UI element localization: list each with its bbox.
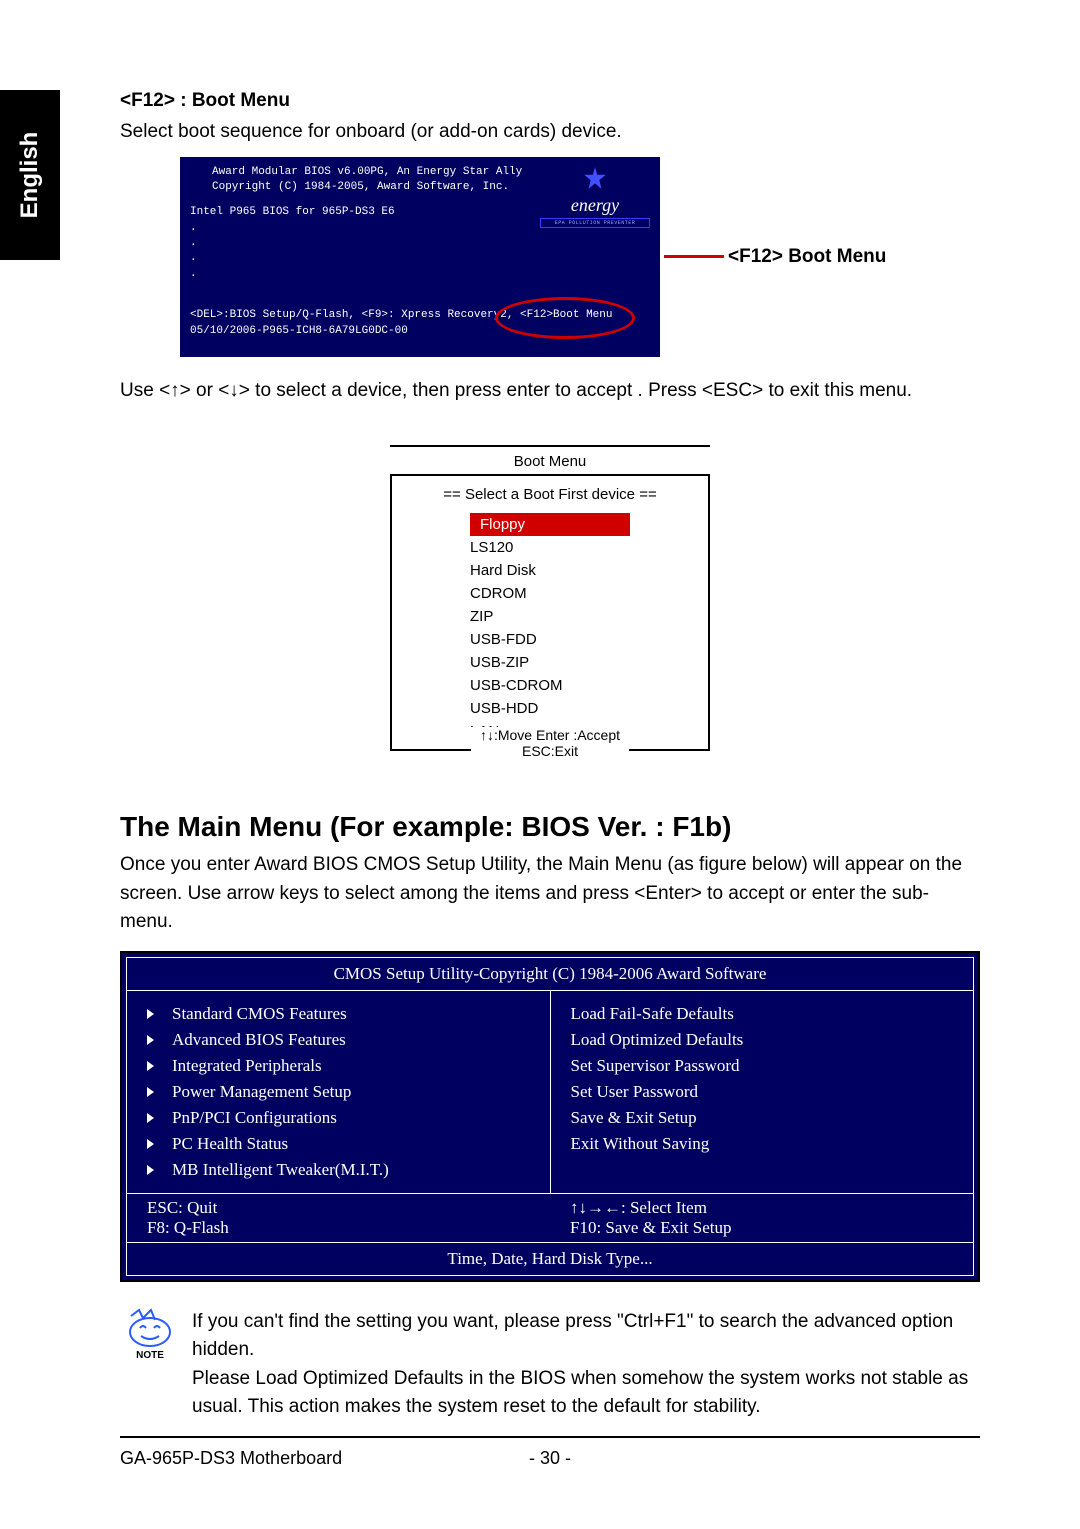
cmos-item-label: PnP/PCI Configurations (172, 1108, 337, 1128)
triangle-icon (147, 1139, 154, 1149)
cmos-item-label: Save & Exit Setup (571, 1108, 697, 1128)
cmos-menu-item[interactable]: Power Management Setup (147, 1079, 530, 1105)
callout-label: <F12> Boot Menu (728, 246, 886, 268)
cmos-item-label: Power Management Setup (172, 1082, 351, 1102)
bios-post-screenshot: Award Modular BIOS v6.00PG, An Energy St… (180, 157, 980, 357)
cmos-item-label: Exit Without Saving (571, 1134, 710, 1154)
cmos-help-esc: ESC: Quit (147, 1198, 530, 1218)
note-face-icon (125, 1308, 175, 1348)
cmos-help-f8: F8: Q-Flash (147, 1218, 530, 1238)
boot-menu-footer: ↑↓:Move Enter :Accept ESC:Exit (471, 727, 629, 759)
triangle-icon (147, 1009, 154, 1019)
cmos-item-label: PC Health Status (172, 1134, 288, 1154)
note-text: If you can't find the setting you want, … (192, 1308, 980, 1422)
note-icon: NOTE (120, 1308, 180, 1361)
f12-section-title: <F12> : Boot Menu (120, 90, 980, 112)
boot-item[interactable]: ZIP (410, 605, 690, 628)
cmos-item-label: Advanced BIOS Features (172, 1030, 346, 1050)
cmos-hint: Time, Date, Hard Disk Type... (127, 1242, 973, 1275)
boot-item[interactable]: Hard Disk (410, 559, 690, 582)
boot-item[interactable]: USB-CDROM (410, 674, 690, 697)
cmos-item-label: Set Supervisor Password (571, 1056, 740, 1076)
boot-item[interactable]: USB-ZIP (410, 651, 690, 674)
bios-line-id: 05/10/2006-P965-ICH8-6A79LG0DC-00 (190, 324, 650, 339)
triangle-icon (147, 1165, 154, 1175)
callout-line (664, 255, 724, 258)
footer-page-number: - 30 - (510, 1448, 590, 1469)
bios-dot: . (190, 251, 650, 266)
page-footer: GA-965P-DS3 Motherboard - 30 - (120, 1436, 980, 1469)
boot-item[interactable]: CDROM (410, 582, 690, 605)
cmos-right-col: Load Fail-Safe Defaults Load Optimized D… (551, 991, 974, 1193)
cmos-menu-item[interactable]: Advanced BIOS Features (147, 1027, 530, 1053)
cmos-title: CMOS Setup Utility-Copyright (C) 1984-20… (127, 958, 973, 991)
cmos-help-arrows: ↑↓→←: Select Item (570, 1198, 953, 1218)
boot-instruction: Use <↑> or <↓> to select a device, then … (120, 377, 980, 406)
energy-logo-text: energy (540, 195, 650, 216)
cmos-setup-box: CMOS Setup Utility-Copyright (C) 1984-20… (120, 951, 980, 1282)
bios-dot: . (190, 236, 650, 251)
cmos-item-label: Integrated Peripherals (172, 1056, 322, 1076)
cmos-help-row: ESC: Quit F8: Q-Flash ↑↓→←: Select Item … (127, 1193, 973, 1242)
triangle-icon (147, 1061, 154, 1071)
boot-menu-title: Boot Menu (390, 447, 710, 476)
main-menu-heading: The Main Menu (For example: BIOS Ver. : … (120, 811, 980, 843)
cmos-item-label: Load Optimized Defaults (571, 1030, 744, 1050)
cmos-menu-item[interactable]: Set User Password (571, 1079, 954, 1105)
main-menu-para: Once you enter Award BIOS CMOS Setup Uti… (120, 851, 980, 937)
triangle-icon (147, 1035, 154, 1045)
triangle-icon (147, 1113, 154, 1123)
boot-item[interactable]: LS120 (410, 536, 690, 559)
boot-menu-box: Boot Menu == Select a Boot First device … (390, 445, 710, 751)
energy-logo-sub: EPA POLLUTION PREVENTER (540, 218, 650, 228)
boot-menu-subtitle: == Select a Boot First device == (410, 486, 690, 503)
note-p1: If you can't find the setting you want, … (192, 1308, 980, 1365)
cmos-left-col: Standard CMOS Features Advanced BIOS Fea… (127, 991, 551, 1193)
cmos-menu-item[interactable]: PC Health Status (147, 1131, 530, 1157)
note-label: NOTE (120, 1350, 180, 1361)
boot-item-selected[interactable]: Floppy (470, 513, 630, 536)
cmos-item-label: Standard CMOS Features (172, 1004, 347, 1024)
boot-item[interactable]: USB-FDD (410, 628, 690, 651)
cmos-item-label: MB Intelligent Tweaker(M.I.T.) (172, 1160, 389, 1180)
cmos-menu-item[interactable]: Save & Exit Setup (571, 1105, 954, 1131)
footer-left: GA-965P-DS3 Motherboard (120, 1448, 510, 1469)
cmos-menu-item[interactable]: MB Intelligent Tweaker(M.I.T.) (147, 1157, 530, 1183)
bios-dot: . (190, 267, 650, 282)
cmos-item-label: Load Fail-Safe Defaults (571, 1004, 734, 1024)
cmos-menu-item[interactable]: Standard CMOS Features (147, 1001, 530, 1027)
boot-item[interactable]: USB-HDD (410, 697, 690, 720)
cmos-help-f10: F10: Save & Exit Setup (570, 1218, 953, 1238)
cmos-menu-item[interactable]: Set Supervisor Password (571, 1053, 954, 1079)
cmos-menu-item[interactable]: Exit Without Saving (571, 1131, 954, 1157)
cmos-menu-item[interactable]: Integrated Peripherals (147, 1053, 530, 1079)
cmos-menu-item[interactable]: PnP/PCI Configurations (147, 1105, 530, 1131)
page-content: <F12> : Boot Menu Select boot sequence f… (0, 0, 1080, 1529)
energy-star-logo: energy EPA POLLUTION PREVENTER (540, 165, 650, 228)
triangle-icon (147, 1087, 154, 1097)
cmos-menu-item[interactable]: Load Optimized Defaults (571, 1027, 954, 1053)
note-block: NOTE If you can't find the setting you w… (120, 1308, 980, 1422)
cmos-item-label: Set User Password (571, 1082, 699, 1102)
bios-line-hotkeys: <DEL>:BIOS Setup/Q-Flash, <F9>: Xpress R… (190, 308, 650, 323)
star-icon (582, 165, 608, 191)
f12-section-desc: Select boot sequence for onboard (or add… (120, 118, 980, 147)
note-p2: Please Load Optimized Defaults in the BI… (192, 1365, 980, 1422)
bios-screen: Award Modular BIOS v6.00PG, An Energy St… (180, 157, 660, 357)
cmos-menu-item[interactable]: Load Fail-Safe Defaults (571, 1001, 954, 1027)
